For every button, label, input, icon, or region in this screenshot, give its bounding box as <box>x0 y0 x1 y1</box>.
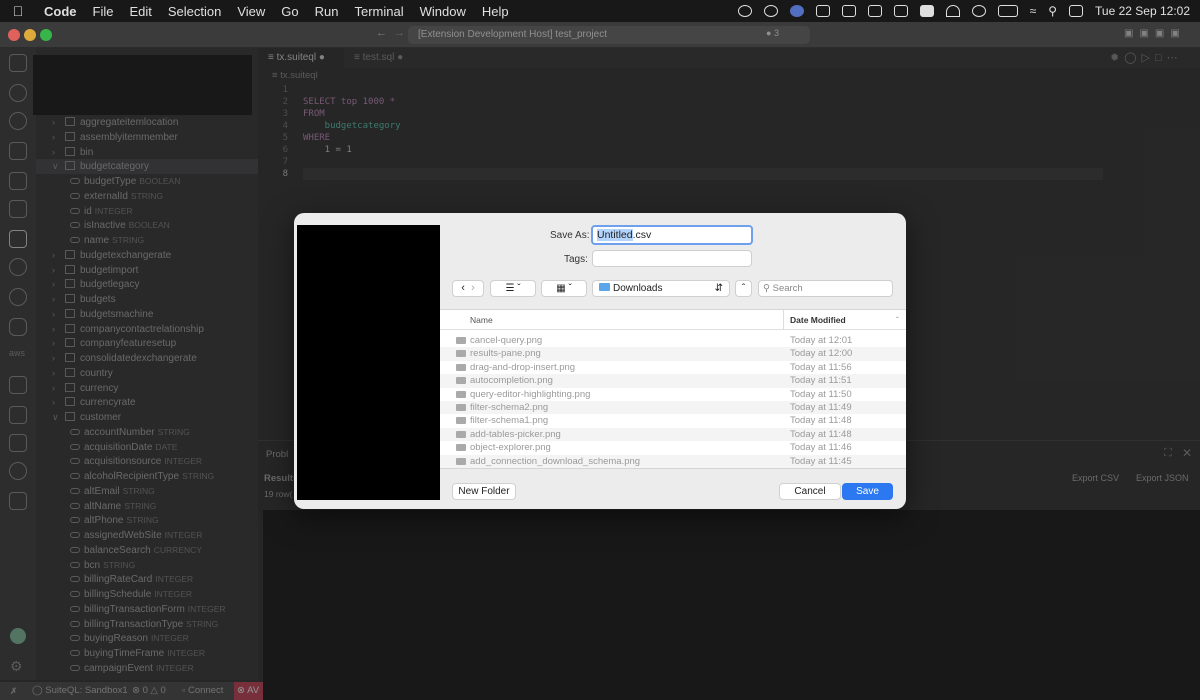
back-chevron-icon[interactable]: ‹ <box>461 282 465 294</box>
tags-input[interactable] <box>592 250 752 267</box>
save-as-label: Save As: <box>550 230 590 241</box>
location-label: Downloads <box>613 283 663 294</box>
column-name[interactable]: Name <box>470 310 493 330</box>
file-date: Today at 11:48 <box>790 428 852 440</box>
filename-extension: .csv <box>632 229 652 241</box>
file-date: Today at 12:01 <box>790 335 853 346</box>
chevron-up-icon: ˆ <box>741 283 746 294</box>
save-button[interactable]: Save <box>842 483 893 500</box>
file-name: filter-schema2.png <box>470 402 549 413</box>
sort-chevron-icon[interactable]: ˇ <box>896 310 899 330</box>
file-date: Today at 12:00 <box>790 348 853 360</box>
file-name: add_connection_download_schema.png <box>470 455 641 467</box>
file-name: query-editor-highlighting.png <box>470 388 591 400</box>
folder-icon <box>599 283 610 291</box>
file-row[interactable]: drag-and-drop-insert.png Today at 11:56 <box>440 361 906 374</box>
file-date: Today at 11:51 <box>790 375 852 387</box>
screen:  Code File Edit Selection View Go Run T… <box>0 0 1200 700</box>
image-file-icon <box>456 457 466 465</box>
new-folder-button[interactable]: New Folder <box>452 483 516 500</box>
image-file-icon <box>456 444 466 452</box>
file-list-header: Name Date Modified ˇ <box>440 310 906 330</box>
file-date: Today at 11:56 <box>790 361 852 373</box>
file-name: drag-and-drop-insert.png <box>470 361 576 373</box>
image-file-icon <box>456 337 466 344</box>
file-date: Today at 11:49 <box>790 402 852 413</box>
column-divider <box>783 310 784 330</box>
file-name: add-tables-picker.png <box>470 428 561 440</box>
image-file-icon <box>456 417 466 425</box>
tags-label: Tags: <box>564 254 588 265</box>
dialog-sidebar-redacted <box>297 225 440 500</box>
file-date: Today at 11:50 <box>790 388 852 400</box>
file-row[interactable]: cancel-query.png Today at 12:01 <box>440 334 906 347</box>
image-file-icon <box>456 350 466 358</box>
file-row[interactable]: add_connection_download_schema.png Today … <box>440 454 906 468</box>
file-row[interactable]: query-editor-highlighting.png Today at 11… <box>440 388 906 401</box>
list-view-button[interactable]: ☰ ˇ <box>490 280 536 297</box>
image-file-icon <box>456 390 466 398</box>
cancel-button[interactable]: Cancel <box>779 483 841 500</box>
image-file-icon <box>456 430 466 438</box>
file-list: Name Date Modified ˇ cancel-query.png Tod… <box>440 309 906 469</box>
image-file-icon <box>456 404 466 411</box>
file-row[interactable]: object-explorer.png Today at 11:46 <box>440 441 906 454</box>
location-select[interactable]: Downloads ⇵ <box>592 280 730 297</box>
file-name: object-explorer.png <box>470 442 551 454</box>
forward-chevron-icon[interactable]: › <box>471 282 475 294</box>
magnifier-icon: ⚲ <box>763 283 770 294</box>
file-name: results-pane.png <box>470 348 541 360</box>
grid-view-button[interactable]: ▦ ˇ <box>541 280 587 297</box>
grid-view-icon: ▦ <box>556 283 566 294</box>
search-placeholder: Search <box>772 283 803 294</box>
search-field[interactable]: ⚲ Search <box>758 280 893 297</box>
file-name: autocompletion.png <box>470 375 553 387</box>
filename-input[interactable]: Untitled.csv <box>591 225 753 245</box>
column-date-modified[interactable]: Date Modified <box>790 310 846 330</box>
collapse-button[interactable]: ˆ <box>735 280 752 297</box>
file-date: Today at 11:48 <box>790 415 852 427</box>
file-name: cancel-query.png <box>470 335 543 346</box>
save-dialog: Save As: Untitled.csv Tags: ‹ › ☰ ˇ ▦ ˇ … <box>294 213 906 509</box>
image-file-icon <box>456 377 466 385</box>
file-date: Today at 11:46 <box>790 442 852 454</box>
file-name: filter-schema1.png <box>470 415 549 427</box>
list-view-icon: ☰ <box>505 283 515 294</box>
file-row[interactable]: results-pane.png Today at 12:00 <box>440 347 906 361</box>
file-row[interactable]: autocompletion.png Today at 11:51 <box>440 374 906 388</box>
file-row[interactable]: filter-schema1.png Today at 11:48 <box>440 414 906 427</box>
filename-selected: Untitled <box>597 229 633 241</box>
file-date: Today at 11:45 <box>790 455 852 467</box>
file-row[interactable]: add-tables-picker.png Today at 11:48 <box>440 427 906 442</box>
updown-chevron-icon: ⇵ <box>714 283 723 294</box>
file-row[interactable]: filter-schema2.png Today at 11:49 <box>440 401 906 415</box>
back-forward-buttons[interactable]: ‹ › <box>452 280 484 297</box>
image-file-icon <box>456 363 466 371</box>
